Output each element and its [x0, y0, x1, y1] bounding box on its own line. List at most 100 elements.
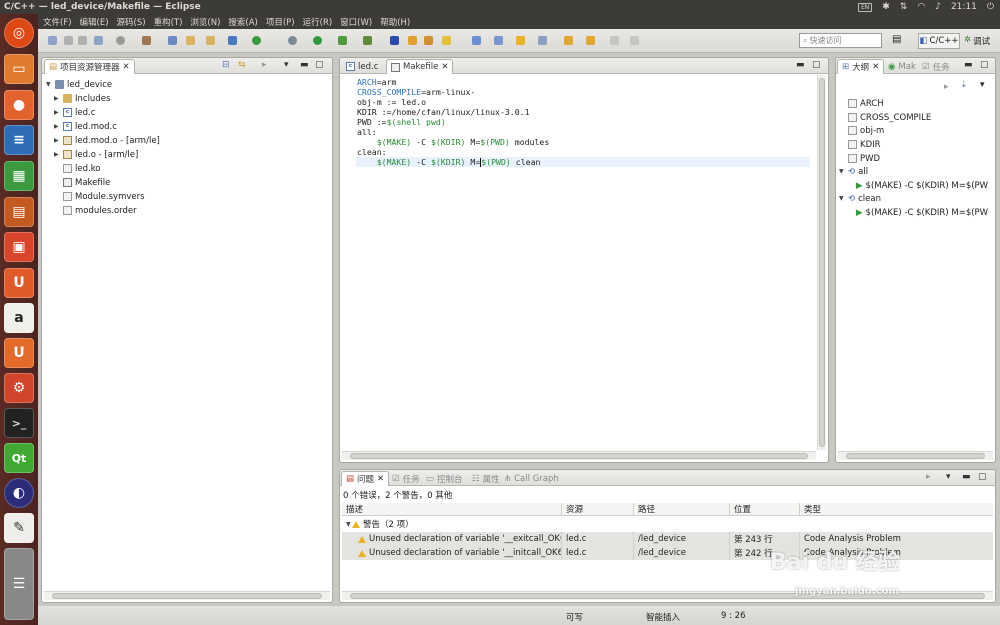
collapsed-arrow-icon[interactable]: ▶	[54, 95, 60, 102]
tree-item-led-c[interactable]: ▶ c led.c	[54, 106, 95, 119]
workspace-switcher-icon[interactable]: ☰	[4, 548, 34, 620]
firefox-icon[interactable]: ●	[4, 90, 34, 120]
nav-forward-icon[interactable]	[630, 36, 639, 45]
ubuntu-one-icon[interactable]: U	[4, 268, 34, 298]
tab-makefile[interactable]: Makefile ✕	[386, 59, 454, 74]
outline-item-clean[interactable]: ▼ ⟲ clean	[839, 192, 881, 205]
settings-icon[interactable]: ⚙	[4, 373, 34, 403]
collapse-all-icon[interactable]: ⊟	[222, 60, 230, 70]
menu-search[interactable]: 搜索(A)	[228, 16, 257, 28]
menu-refactor[interactable]: 重构(T)	[154, 16, 183, 28]
close-icon[interactable]: ✕	[123, 62, 130, 72]
save-all-icon[interactable]	[78, 36, 87, 45]
expanded-arrow-icon[interactable]: ▼	[839, 195, 845, 202]
calc-icon[interactable]: ▦	[4, 161, 34, 191]
code-editor[interactable]: ARCH=arm CROSS_COMPILE=arm-linux- obj-m …	[356, 75, 810, 450]
search-tool-icon[interactable]	[390, 36, 399, 45]
tab-problems[interactable]: ▤ 问题 ✕	[341, 471, 390, 486]
outline-item-pwd[interactable]: PWD	[848, 152, 880, 165]
scroll-thumb[interactable]	[52, 593, 322, 599]
column-path[interactable]: 路径	[634, 503, 730, 515]
menu-navigate[interactable]: 浏览(N)	[190, 16, 220, 28]
menu-edit[interactable]: 编辑(E)	[80, 16, 109, 28]
outline-item-all-command[interactable]: ▶ $(MAKE) -C $(KDIR) M=$(PW	[856, 179, 988, 192]
close-icon[interactable]: ✕	[377, 474, 384, 484]
tab-outline[interactable]: ⊞ 大纲 ✕	[837, 59, 885, 74]
files-icon[interactable]: ▭	[4, 54, 34, 84]
tree-item-module-symvers[interactable]: Module.symvers	[63, 190, 145, 203]
close-icon[interactable]: ✕	[872, 62, 879, 72]
menu-file[interactable]: 文件(F)	[43, 16, 72, 28]
eclipse-icon[interactable]: ◐	[4, 478, 34, 508]
wifi-icon[interactable]: ◠	[917, 2, 925, 12]
nav-back-icon[interactable]	[610, 36, 619, 45]
scroll-thumb[interactable]	[819, 78, 825, 447]
collapsed-arrow-icon[interactable]: ▶	[54, 137, 60, 144]
open-type-icon[interactable]	[408, 36, 417, 45]
minimize-icon[interactable]: ▬	[962, 472, 971, 482]
menu-help[interactable]: 帮助(H)	[380, 16, 410, 28]
build-icon[interactable]	[142, 36, 151, 45]
tab-properties[interactable]: ☷ 属性	[468, 471, 504, 486]
collapsed-arrow-icon[interactable]: ▶	[54, 109, 60, 116]
tree-item-led-mod-c[interactable]: ▶ c led.mod.c	[54, 120, 117, 133]
perspective-cc-button[interactable]: ◧ C/C++	[918, 33, 960, 49]
tab-tasks[interactable]: ☑ 任务	[918, 59, 954, 74]
perspective-debug-button[interactable]: ✲ 调试	[964, 35, 990, 47]
print-icon[interactable]	[94, 36, 103, 45]
sort-icon[interactable]: ▸	[944, 82, 949, 92]
power-icon[interactable]: ⏻	[987, 2, 994, 12]
tree-item-led-ko[interactable]: led.ko	[63, 162, 101, 175]
tab-led-c[interactable]: c led.c	[342, 59, 382, 74]
tab-make-targets[interactable]: ◉ Mak	[884, 59, 920, 74]
tree-item-led-mod-o[interactable]: ▶ led.mod.o - [arm/le]	[54, 134, 160, 147]
terminal-icon[interactable]: >_	[4, 408, 34, 438]
chevron-down-icon[interactable]: ▾	[284, 60, 289, 70]
bluetooth-icon[interactable]: ✱	[882, 2, 890, 12]
new-c-project-icon[interactable]	[252, 36, 261, 45]
column-description[interactable]: 描述	[342, 503, 562, 515]
outline-item-arch[interactable]: ARCH	[848, 97, 884, 110]
chevron-down-icon[interactable]: ▾	[980, 80, 985, 90]
link-editor-icon[interactable]: ⇆	[238, 60, 246, 70]
column-type[interactable]: 类型	[800, 503, 995, 515]
tree-item-modules-order[interactable]: modules.order	[63, 204, 137, 217]
software-center-icon[interactable]: ▣	[4, 232, 34, 262]
view-menu-icon[interactable]: ▸	[262, 60, 267, 70]
new-source-folder-icon[interactable]	[206, 36, 215, 45]
expanded-arrow-icon[interactable]: ▼	[839, 168, 845, 175]
minimize-icon[interactable]: ▬	[964, 60, 973, 70]
tab-console[interactable]: ▭ 控制台	[422, 471, 467, 486]
tree-item-makefile[interactable]: Makefile	[63, 176, 110, 189]
volume-icon[interactable]: ♪	[935, 2, 941, 12]
prev-warning-icon[interactable]	[538, 36, 547, 45]
outline-item-kdir[interactable]: KDIR	[848, 138, 881, 151]
next-annotation-icon[interactable]	[494, 36, 503, 45]
tree-item-led-o[interactable]: ▶ led.o - [arm/le]	[54, 148, 138, 161]
sort-icon[interactable]: ⇅	[900, 2, 908, 12]
ubuntu-one-music-icon[interactable]: U	[4, 338, 34, 368]
outline-item-obj-m[interactable]: obj-m	[848, 124, 884, 137]
scroll-thumb[interactable]	[846, 453, 985, 459]
column-resource[interactable]: 资源	[562, 503, 634, 515]
keyboard-indicator[interactable]: EN	[857, 2, 873, 12]
open-element-icon[interactable]	[424, 36, 433, 45]
minimize-icon[interactable]: ▬	[796, 60, 805, 70]
editor-horizontal-scrollbar[interactable]	[342, 451, 816, 460]
problem-group-warnings[interactable]: ▼ 警告（2 项）	[342, 517, 993, 531]
menu-source[interactable]: 源码(S)	[117, 16, 146, 28]
writer-icon[interactable]: ≡	[4, 125, 34, 155]
explorer-horizontal-scrollbar[interactable]	[44, 591, 330, 600]
chevron-down-icon[interactable]: ▾	[946, 472, 951, 482]
forward-icon[interactable]	[586, 36, 595, 45]
minimize-icon[interactable]: ▬	[300, 60, 309, 70]
back-icon[interactable]	[564, 36, 573, 45]
collapsed-arrow-icon[interactable]: ▶	[54, 123, 60, 130]
dash-icon[interactable]: ◎	[4, 18, 34, 48]
new-folder-icon[interactable]	[186, 36, 195, 45]
run-external-icon[interactable]	[338, 36, 347, 45]
profile-icon[interactable]	[363, 36, 372, 45]
view-menu-icon[interactable]: ▸	[926, 472, 931, 482]
filter-icon[interactable]: ⇣	[960, 80, 968, 90]
outline-item-clean-command[interactable]: ▶ $(MAKE) -C $(KDIR) M=$(PW	[856, 206, 988, 219]
